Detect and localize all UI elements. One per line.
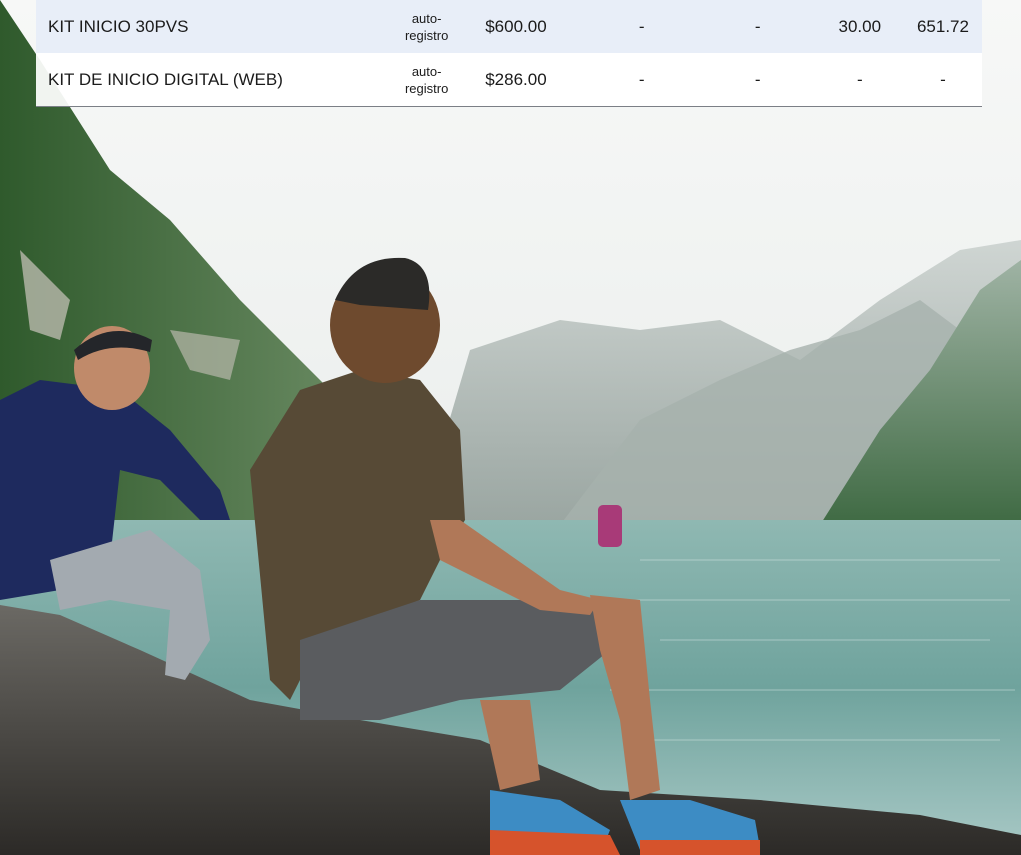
price: $286.00 [473, 53, 584, 107]
cell-col6: 651.72 [903, 0, 982, 53]
registration-type: auto- registro [380, 53, 474, 107]
registration-line-2: registro [404, 80, 449, 96]
registration-type: auto- registro [380, 0, 474, 53]
cell-col4: - [699, 53, 816, 107]
price: $600.00 [473, 0, 584, 53]
product-name: KIT DE INICIO DIGITAL (WEB) [36, 53, 381, 107]
cell-col3: - [583, 53, 700, 107]
table-row: KIT INICIO 30PVS auto- registro $600.00 … [36, 0, 982, 53]
price-table: KIT INICIO 30PVS auto- registro $600.00 … [36, 0, 982, 107]
cell-col5: - [815, 53, 904, 107]
cell-col6: - [903, 53, 982, 107]
registration-line-2: registro [404, 27, 449, 43]
background-photo [0, 0, 1021, 855]
registration-line-1: auto- [411, 63, 442, 79]
cell-col3: - [583, 0, 700, 53]
cell-col4: - [699, 0, 816, 53]
registration-line-1: auto- [411, 10, 442, 26]
cell-col5: 30.00 [815, 0, 904, 53]
page: KIT INICIO 30PVS auto- registro $600.00 … [0, 0, 1021, 855]
table-row: KIT DE INICIO DIGITAL (WEB) auto- regist… [36, 53, 982, 107]
product-name: KIT INICIO 30PVS [36, 0, 381, 53]
